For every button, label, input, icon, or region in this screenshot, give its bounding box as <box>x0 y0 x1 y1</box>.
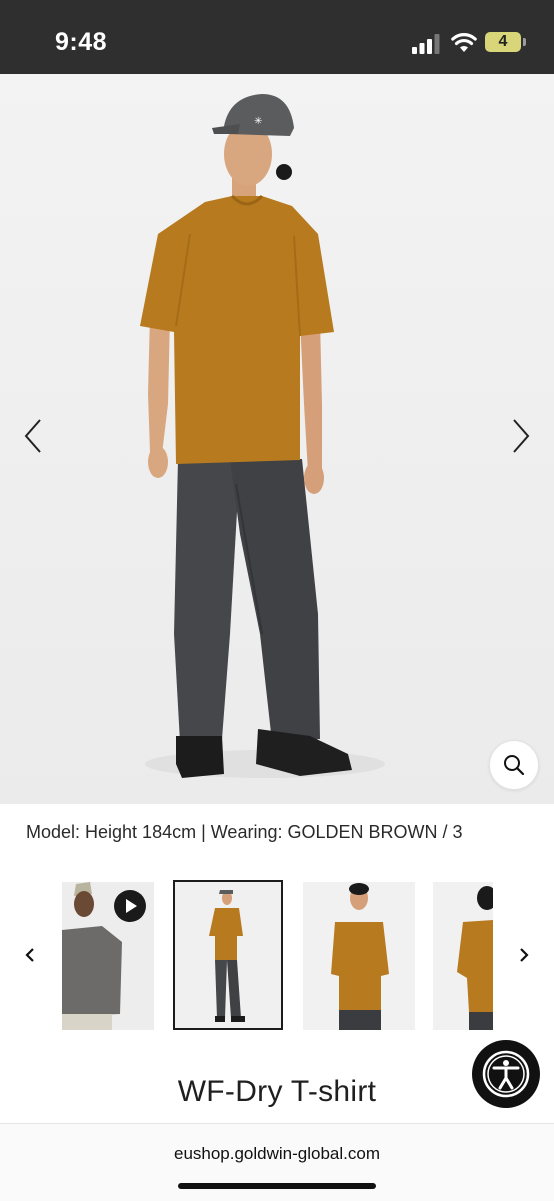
product-main-image[interactable]: ✳ <box>0 74 554 804</box>
thumbnail-selected[interactable] <box>173 880 283 1030</box>
status-bar: 9:48 4 <box>0 0 554 74</box>
thumbnail-image <box>175 882 281 1028</box>
play-icon[interactable] <box>114 890 146 922</box>
battery-cap <box>523 38 526 46</box>
svg-text:✳: ✳ <box>254 116 262 127</box>
thumbnail-image <box>433 882 493 1030</box>
cellular-signal-icon <box>412 34 440 54</box>
browser-url-bar[interactable]: eushop.goldwin-global.com <box>0 1123 554 1201</box>
zoom-button[interactable] <box>489 740 539 790</box>
thumbnail-video[interactable] <box>62 882 154 1030</box>
chevron-left-icon[interactable] <box>18 414 48 458</box>
thumbnail-upper-front[interactable] <box>303 882 415 1030</box>
model-caption: Model: Height 184cm | Wearing: GOLDEN BR… <box>26 822 463 842</box>
chevron-right-icon[interactable] <box>506 414 536 458</box>
battery-level: 4 <box>498 33 508 50</box>
battery-icon: 4 <box>485 32 521 52</box>
thumbnail-image <box>303 882 415 1030</box>
model-illustration: ✳ <box>140 94 385 778</box>
product-title: WF-Dry T-shirt <box>177 1075 377 1108</box>
thumbnail-strip <box>0 880 554 1034</box>
thumbnail-prev-chevron-icon[interactable] <box>22 942 38 968</box>
wifi-icon <box>451 33 477 52</box>
url-text[interactable]: eushop.goldwin-global.com <box>0 1144 554 1164</box>
status-time: 9:48 <box>55 28 108 56</box>
zoom-magnifier-icon <box>504 755 525 776</box>
home-indicator[interactable] <box>178 1183 376 1189</box>
thumbnail-next-chevron-icon[interactable] <box>516 942 532 968</box>
thumbnail-upper-side[interactable] <box>433 882 493 1030</box>
